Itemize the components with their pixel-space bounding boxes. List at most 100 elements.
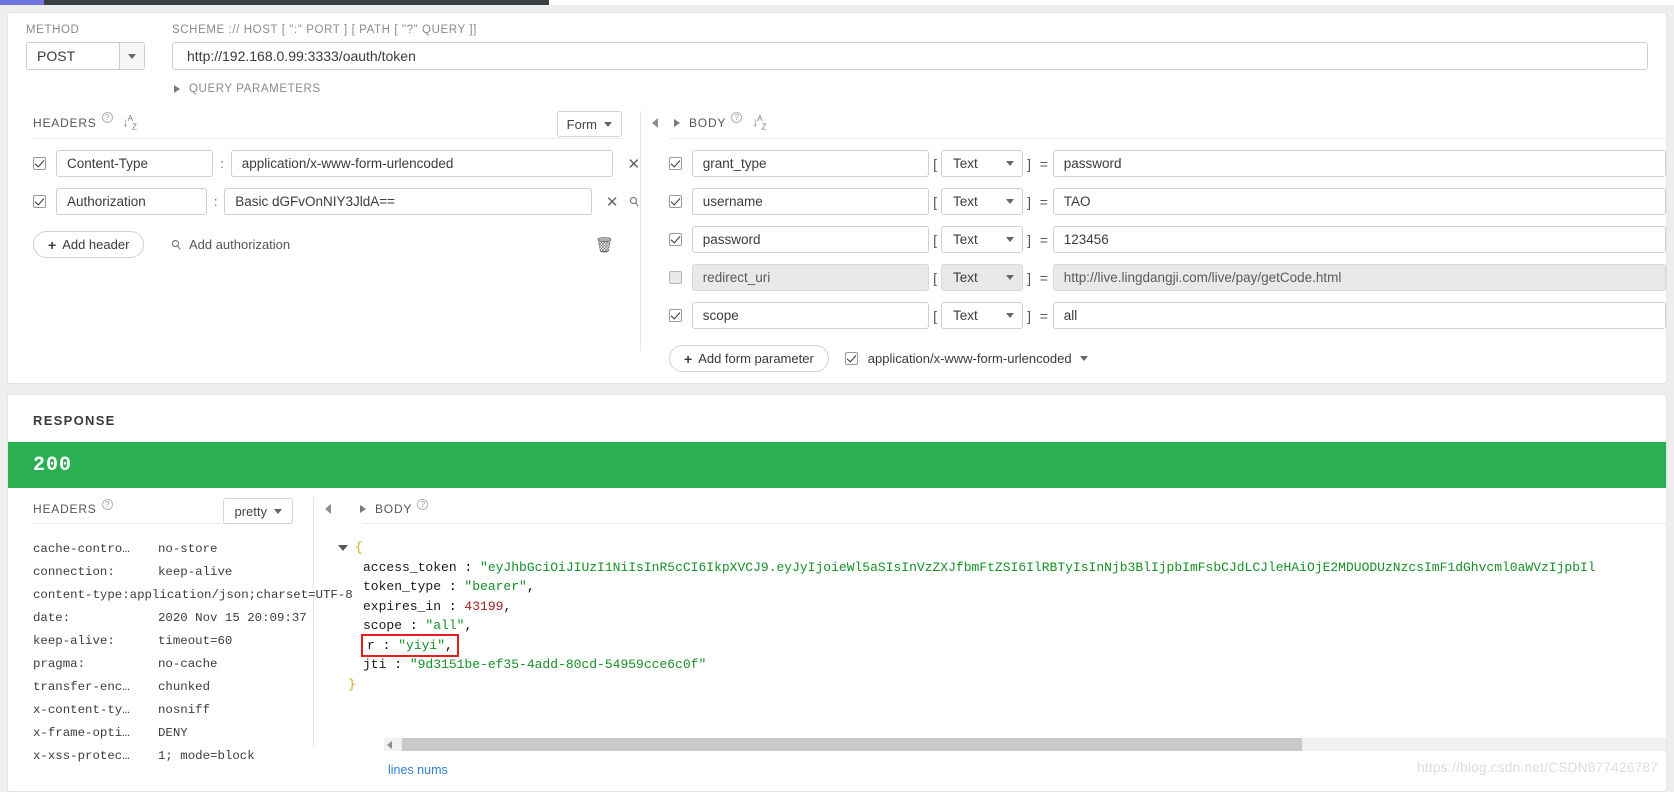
body-param-type-select[interactable]: Text [941,302,1024,330]
query-parameters-toggle[interactable]: QUERY PARAMETERS [8,70,1666,95]
chevron-down-icon[interactable] [1079,356,1088,362]
content-type-checkbox[interactable] [844,352,858,366]
scroll-left-arrow-icon[interactable] [387,740,392,749]
method-select[interactable]: POST [26,42,145,70]
response-headers-title: HEADERS [33,502,97,516]
body-mode-button[interactable]: Form [556,111,622,137]
chevron-down-icon [1006,275,1015,281]
collapse-triangle-icon[interactable] [338,544,348,551]
body-param-type-select[interactable]: Text [941,188,1024,216]
json-separator: : [374,637,399,653]
help-icon[interactable]: ? [101,498,113,510]
open-bracket: [ [933,231,938,248]
headers-actions: + Add header ⚲ Add authorization 🗑 [33,231,640,259]
body-param-name-input[interactable]: redirect_uri [691,264,930,292]
json-close-brace-line: } [314,675,1666,695]
body-param-row: password[Text] = 123456 [641,226,1666,254]
body-param-type-select[interactable]: Text [941,264,1024,292]
body-param-value-input[interactable]: all [1052,302,1666,330]
body-param-enabled-checkbox[interactable] [668,195,682,209]
url-column: SCHEME :// HOST [ ":" PORT ] [ PATH [ "?… [172,24,1648,70]
close-bracket: ] [1027,307,1031,324]
json-key: token_type [363,579,442,594]
body-param-type-select[interactable]: Text [941,150,1024,178]
url-format-label: SCHEME :// HOST [ ":" PORT ] [ PATH [ "?… [172,24,477,36]
response-body-divider [362,523,1666,524]
chevron-left-icon [325,504,331,514]
response-header-key: content-type: [33,588,130,602]
header-value-input[interactable]: Basic dGFvOnNIY3JldA== [224,188,592,216]
help-icon[interactable]: ? [417,498,429,510]
scrollbar-thumb[interactable] [402,738,1302,751]
body-param-name-input[interactable]: username [691,188,930,216]
collapse-left-button[interactable] [314,504,342,514]
header-enabled-checkbox[interactable] [33,195,46,209]
response-body-header: BODY ? [314,488,1666,516]
response-header-key: keep-alive: [33,634,115,648]
body-param-value-input[interactable]: http://live.lingdangji.com/live/pay/getC… [1052,264,1666,292]
response-header-key: transfer-enc… [33,680,130,694]
add-form-parameter-label: Add form parameter [698,351,814,367]
pretty-label: pretty [234,503,267,519]
body-param-name-input[interactable]: scope [691,302,930,330]
response-header-line: content-type: application/json;charset=UT… [33,584,353,607]
body-param-value-input[interactable]: password [1052,150,1666,178]
body-param-type-value: Text [953,156,978,172]
response-header-line: cache-contro… no-store [33,538,313,561]
response-header-key: cache-contro… [33,542,130,556]
request-card: METHOD POST SCHEME :// HOST [ ":" PORT ]… [7,12,1667,384]
chevron-right-icon[interactable] [360,505,366,513]
body-param-name-input[interactable]: password [691,226,930,254]
body-param-row: username[Text] = TAO [641,188,1666,216]
json-field-line: token_type : "bearer", [314,577,1666,597]
add-form-parameter-button[interactable]: + Add form parameter [669,345,829,373]
lines-nums-link[interactable]: lines nums [388,763,448,777]
remove-header-icon[interactable]: ✕ [606,193,619,211]
body-param-value-input[interactable]: 123456 [1052,226,1666,254]
json-value: 43199 [464,598,504,614]
collapse-left-button[interactable] [641,117,669,128]
chevron-right-icon [174,85,180,93]
chevron-down-icon [1006,237,1015,243]
body-param-enabled-checkbox[interactable] [668,233,682,247]
remove-header-icon[interactable]: ✕ [627,155,640,173]
response-card: RESPONSE 200 HEADERS ? pretty cache-cont… [7,394,1667,792]
body-param-enabled-checkbox[interactable] [668,271,682,285]
response-panes: HEADERS ? pretty cache-contro… no-store co… [8,488,1666,778]
help-icon[interactable]: ? [731,112,743,124]
method-column: METHOD POST [26,24,146,70]
body-param-value-input[interactable]: TAO [1052,188,1666,216]
chevron-down-icon [128,53,136,59]
sort-az-icon[interactable]: ↓AZ [123,114,137,131]
headers-pane: HEADERS ? ↓AZ Form Content-Type: applicat… [8,107,643,385]
equals-sign: = [1039,307,1048,324]
help-icon[interactable]: ? [101,112,113,124]
body-param-row: scope[Text] = all [641,302,1666,330]
url-input[interactable]: http://192.168.0.99:3333/oauth/token [172,42,1648,70]
add-header-button[interactable]: + Add header [33,231,145,259]
add-authorization-button[interactable]: ⚲ Add authorization [160,236,290,254]
horizontal-scrollbar[interactable] [384,738,1666,751]
body-param-enabled-checkbox[interactable] [668,309,682,323]
chevron-down-icon [604,121,612,127]
pretty-button[interactable]: pretty [223,498,293,524]
method-select-arrow[interactable] [119,43,144,69]
delete-all-icon[interactable]: 🗑 [595,236,614,254]
body-param-name-input[interactable]: grant_type [691,150,930,178]
header-name-input[interactable]: Authorization [56,188,208,216]
close-bracket: ] [1027,231,1031,248]
equals-sign: = [1039,231,1048,248]
sort-az-icon[interactable]: ↓AZ [752,114,766,131]
chevron-right-icon[interactable] [674,118,680,127]
header-name-input[interactable]: Content-Type [56,150,214,178]
json-open-brace: { [355,540,363,555]
body-param-enabled-checkbox[interactable] [668,157,682,171]
colon-separator: : [220,156,224,172]
header-enabled-checkbox[interactable] [33,157,46,171]
response-header-line: date: 2020 Nov 15 20:09:37 [33,607,313,630]
body-param-type-select[interactable]: Text [941,226,1024,254]
chevron-down-icon [1006,199,1015,205]
open-bracket: [ [933,155,938,172]
header-value-input[interactable]: application/x-www-form-urlencoded [230,150,614,178]
response-header-value: 1; mode=block [158,749,255,763]
